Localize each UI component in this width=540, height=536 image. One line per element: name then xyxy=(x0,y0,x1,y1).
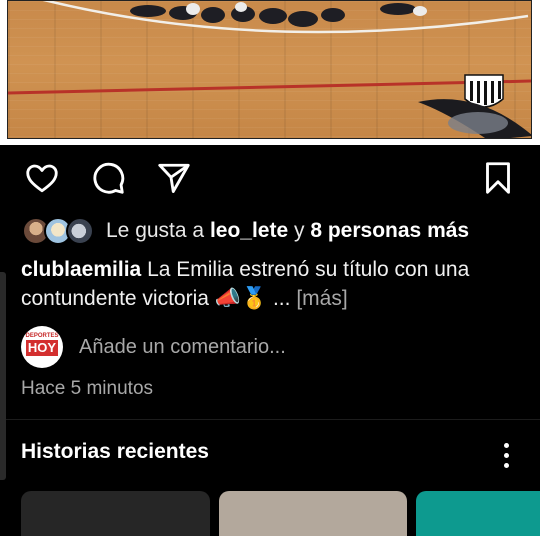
liker-avatars xyxy=(22,216,96,246)
likes-others[interactable]: 8 personas más xyxy=(310,219,469,242)
caption-emoji: 📣🥇 xyxy=(214,287,268,310)
share-button[interactable] xyxy=(154,160,194,200)
comment-input[interactable]: Añade un comentario... xyxy=(79,336,286,359)
comment-row: DEPORTES HOY Añade un comentario... xyxy=(21,326,286,368)
liker-username[interactable]: leo_lete xyxy=(210,219,288,242)
story-thumbnail[interactable] xyxy=(416,491,540,536)
avatar xyxy=(66,217,94,245)
likes-connector: y xyxy=(294,219,305,242)
avatar-logo-main: HOY xyxy=(26,340,58,356)
caption-ellipsis: ... xyxy=(272,287,291,310)
kebab-icon-dot xyxy=(503,452,509,458)
kebab-icon-dot xyxy=(503,462,509,468)
post-timestamp: Hace 5 minutos xyxy=(21,378,154,399)
stories-menu-button[interactable] xyxy=(494,440,518,470)
kebab-icon xyxy=(503,442,509,448)
story-thumbnail[interactable] xyxy=(219,491,407,536)
post-action-bar xyxy=(0,160,540,200)
avatar: DEPORTES HOY xyxy=(21,326,63,368)
comment-button[interactable] xyxy=(88,160,128,200)
caption-username[interactable]: clublaemilia xyxy=(21,258,141,281)
heart-icon xyxy=(24,160,60,201)
like-button[interactable] xyxy=(22,160,62,200)
stories-title: Historias recientes xyxy=(21,440,209,463)
likes-text: Le gusta a leo_lete y 8 personas más xyxy=(106,219,469,243)
edge-handle[interactable] xyxy=(0,272,6,480)
post-caption: clublaemilia La Emilia estrenó su título… xyxy=(21,255,526,313)
send-icon xyxy=(156,160,192,201)
court-floor-image xyxy=(7,0,532,139)
bookmark-icon xyxy=(480,160,516,201)
caption-more-link[interactable]: [más] xyxy=(296,287,347,310)
likes-row[interactable]: Le gusta a leo_lete y 8 personas más xyxy=(22,216,469,246)
comment-icon xyxy=(90,160,126,201)
court-illustration xyxy=(8,1,531,138)
avatar-logo-text: DEPORTES xyxy=(25,333,59,339)
likes-prefix: Le gusta a xyxy=(106,219,205,242)
post-photo[interactable] xyxy=(0,0,540,145)
save-button[interactable] xyxy=(478,160,518,200)
divider xyxy=(0,419,540,420)
story-thumbnail[interactable] xyxy=(21,491,210,536)
